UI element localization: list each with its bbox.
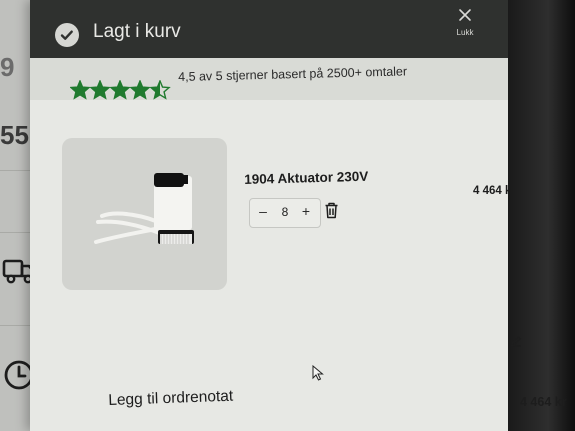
close-label: Lukk: [456, 28, 474, 37]
background-number: 55: [0, 120, 29, 150]
star-icon: [130, 81, 150, 99]
rating-stars: [69, 79, 172, 105]
trash-icon[interactable]: [324, 202, 339, 224]
increase-quantity-button[interactable]: +: [298, 203, 314, 221]
screen-bezel: [508, 0, 575, 431]
mouse-cursor-icon: [312, 364, 324, 386]
background-number: 9: [0, 52, 15, 82]
order-total: 4 464 kr: [520, 395, 567, 409]
close-button[interactable]: Lukk: [448, 8, 482, 38]
product-image[interactable]: [62, 138, 227, 290]
drawer-title: Lagt i kurv: [93, 21, 181, 42]
quantity-stepper: – 8 +: [249, 198, 321, 228]
product-name[interactable]: 1904 Aktuator 230V: [244, 169, 368, 187]
star-icon: [70, 81, 90, 99]
checkmark-icon: [55, 23, 79, 47]
close-icon: [459, 9, 471, 21]
star-icon: [110, 81, 130, 99]
decrease-quantity-button[interactable]: –: [255, 203, 271, 221]
cart-drawer: Lagt i kurv Lukk 4,5 av 5 stjerner baser…: [30, 0, 516, 431]
star-icon: [90, 81, 110, 99]
drawer-header: Lagt i kurv Lukk: [30, 0, 508, 58]
edit-icon[interactable]: [509, 334, 523, 353]
add-order-note-link[interactable]: Legg til ordrenotat: [108, 388, 234, 410]
quantity-value[interactable]: 8: [275, 205, 295, 219]
